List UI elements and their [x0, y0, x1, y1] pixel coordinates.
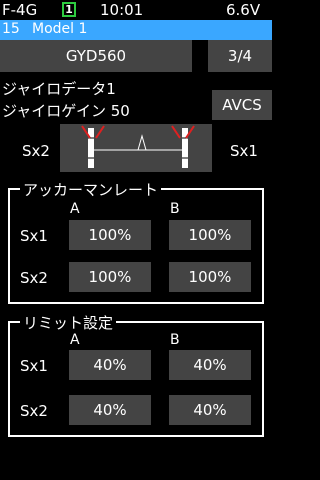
limit-row-label: Sx2 [20, 402, 48, 420]
page-button[interactable]: 3/4 [208, 40, 272, 72]
model-name: Model 1 [32, 21, 88, 37]
ackerman-col-b: B [170, 201, 180, 217]
limit-sx2-a[interactable]: 40% [69, 395, 151, 425]
model-number: 15 [2, 21, 20, 37]
limit-sx1-a[interactable]: 40% [69, 350, 151, 380]
ackerman-sx2-a[interactable]: 100% [69, 262, 151, 292]
limit-sx2-b[interactable]: 40% [169, 395, 251, 425]
ackerman-col-a: A [70, 201, 80, 217]
avcs-button[interactable]: AVCS [212, 90, 272, 120]
ackerman-sx1-b[interactable]: 100% [169, 220, 251, 250]
ackerman-sx2-b[interactable]: 100% [169, 262, 251, 292]
ackerman-title: アッカーマンレート [20, 179, 162, 200]
steering-diagram [60, 124, 212, 172]
ackerman-row-label: Sx2 [20, 269, 48, 287]
gyro-gain-label: ジャイロゲイン 50 [2, 102, 130, 120]
servo-left-label: Sx2 [22, 142, 50, 160]
limit-title: リミット設定 [20, 312, 117, 333]
right-wheel [182, 128, 188, 168]
model-bar: 15 Model 1 [0, 20, 272, 40]
model-code: F-4G [2, 1, 38, 19]
limit-sx1-b[interactable]: 40% [169, 350, 251, 380]
battery-voltage: 6.6V [226, 1, 261, 19]
gyro-data-label: ジャイロデータ1 [2, 80, 116, 98]
ackerman-sx1-a[interactable]: 100% [69, 220, 151, 250]
status-bar: F-4G 10:01 6.6V [0, 0, 272, 20]
ackerman-row-label: Sx1 [20, 227, 48, 245]
limit-row-label: Sx1 [20, 357, 48, 375]
clock: 10:01 [100, 1, 144, 19]
receiver-badge: 1 [62, 2, 76, 17]
diagram-background [60, 124, 212, 172]
servo-right-label: Sx1 [230, 142, 258, 160]
limit-col-b: B [170, 332, 180, 348]
limit-col-a: A [70, 332, 80, 348]
title-button[interactable]: GYD560 [0, 40, 192, 72]
left-wheel [88, 128, 94, 168]
